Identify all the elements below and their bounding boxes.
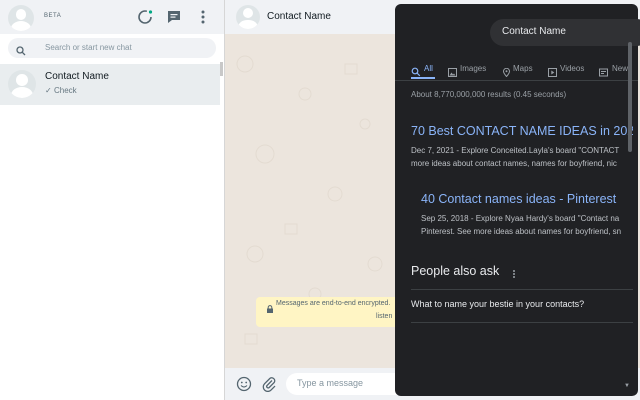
tab-all[interactable]: All bbox=[424, 64, 433, 73]
chat-contact-name: Contact Name bbox=[45, 71, 109, 82]
check-icon: ✓ bbox=[45, 86, 52, 95]
result-1-snippet-line2: more ideas about contact names, names fo… bbox=[411, 159, 617, 168]
result-count: About 8,770,000,000 results (0.45 second… bbox=[411, 90, 567, 99]
google-query[interactable]: Contact Name bbox=[502, 26, 566, 37]
people-also-ask-heading: People also ask bbox=[411, 264, 500, 278]
tab-maps[interactable]: Maps bbox=[513, 64, 533, 73]
maps-icon bbox=[502, 64, 511, 78]
result-1[interactable]: 70 Best CONTACT NAME IDEAS in 2021 Dec 7… bbox=[411, 124, 633, 170]
beta-label: BETA bbox=[44, 13, 62, 19]
videos-icon bbox=[548, 64, 557, 77]
result-1-title[interactable]: 70 Best CONTACT NAME IDEAS in 2021 bbox=[411, 124, 633, 138]
attach-icon[interactable] bbox=[261, 376, 277, 393]
more-icon[interactable] bbox=[511, 266, 517, 278]
tabs-divider bbox=[395, 80, 638, 81]
user-avatar[interactable] bbox=[8, 5, 34, 31]
tab-videos[interactable]: Videos bbox=[560, 64, 584, 73]
paa-divider-bottom bbox=[411, 322, 633, 323]
result-2-snippet-line1: Sep 25, 2018 - Explore Nyaa Hardy's boar… bbox=[421, 214, 620, 223]
chat-preview: Check bbox=[54, 86, 77, 95]
search-input[interactable]: Search or start new chat bbox=[45, 43, 132, 52]
images-icon bbox=[448, 64, 457, 77]
conversation-contact-name[interactable]: Contact Name bbox=[267, 11, 331, 22]
chat-list-pane bbox=[0, 0, 225, 400]
news-icon bbox=[599, 64, 608, 77]
paa-divider-top bbox=[411, 289, 633, 290]
chat-list-scrollbar[interactable] bbox=[220, 62, 223, 76]
lock-icon bbox=[266, 300, 274, 313]
message-placeholder: Type a message bbox=[297, 378, 364, 388]
result-1-snippet-line1: Dec 7, 2021 - Explore Conceited.Layla's … bbox=[411, 146, 620, 155]
tab-images[interactable]: Images bbox=[460, 64, 486, 73]
paa-question[interactable]: What to name your bestie in your contact… bbox=[411, 299, 584, 309]
new-chat-icon[interactable] bbox=[165, 8, 183, 26]
menu-icon[interactable] bbox=[194, 8, 212, 26]
contact-avatar bbox=[8, 70, 36, 98]
encryption-text-continued: listen bbox=[376, 313, 393, 320]
emoji-icon[interactable] bbox=[236, 376, 252, 392]
encryption-text: Messages are end-to-end encrypted. bbox=[276, 300, 391, 307]
result-2[interactable]: 40 Contact names ideas - Pinterest Sep 2… bbox=[421, 192, 633, 238]
status-icon[interactable] bbox=[136, 8, 154, 26]
result-2-title[interactable]: 40 Contact names ideas - Pinterest bbox=[421, 192, 633, 206]
results-scrollbar[interactable] bbox=[628, 42, 632, 152]
search-icon bbox=[16, 43, 26, 56]
result-2-snippet-line2: Pinterest. See more ideas about names fo… bbox=[421, 227, 622, 236]
tab-all-indicator bbox=[411, 77, 435, 79]
scroll-down-arrow[interactable]: ▼ bbox=[624, 383, 630, 389]
contact-header-avatar[interactable] bbox=[236, 5, 260, 29]
search-tab-icon bbox=[411, 64, 421, 77]
